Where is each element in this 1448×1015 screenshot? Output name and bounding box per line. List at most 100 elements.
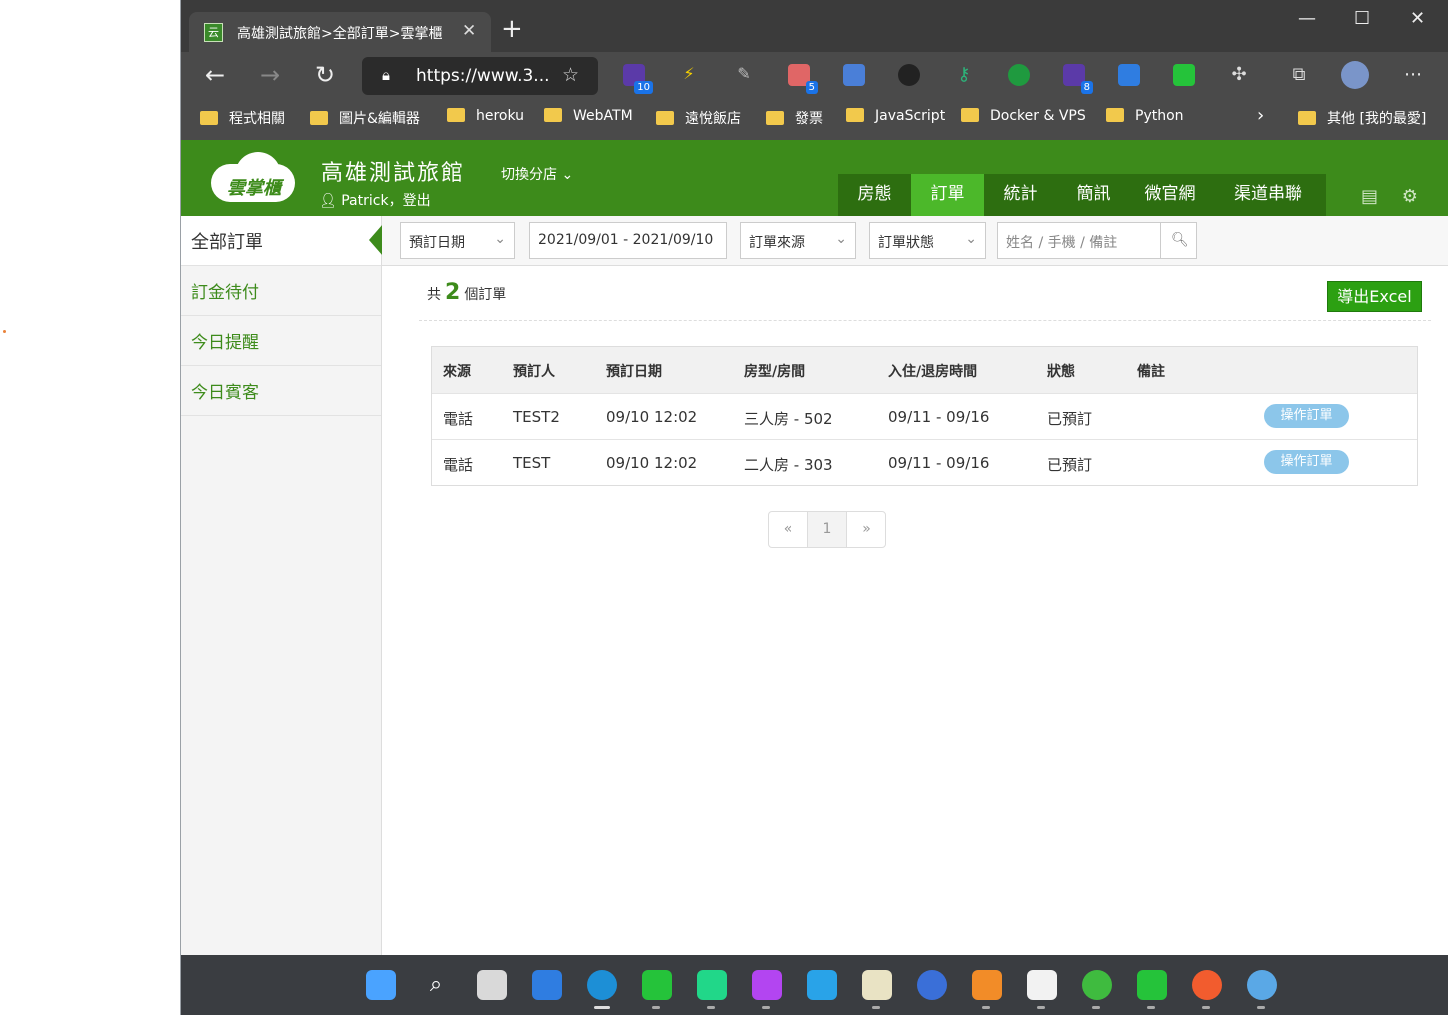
line-extension-icon[interactable] — [1173, 64, 1195, 86]
browser-tab[interactable]: 云 高雄測試旅館>全部訂單>雲掌櫃 ✕ — [189, 12, 491, 52]
status-select[interactable]: 訂單狀態 ⌄ — [869, 222, 986, 259]
next-page-button[interactable]: » — [847, 512, 886, 547]
bookmark-folder[interactable]: Docker & VPS — [961, 108, 1086, 124]
manage-order-button[interactable]: 操作訂單 — [1264, 404, 1349, 428]
extensions-puzzle-icon[interactable]: ✣ — [1228, 64, 1250, 86]
header-icons: ▤ ⚙ — [1361, 186, 1418, 207]
search-input[interactable]: 姓名 / 手機 / 備註 — [997, 222, 1161, 259]
cell-source: 電話 — [443, 456, 474, 474]
column-header: 房型/房間 — [744, 364, 806, 380]
new-tab-icon[interactable]: + — [501, 16, 523, 42]
cell-booked-date: 09/10 12:02 — [606, 408, 698, 426]
prev-page-button[interactable]: « — [769, 512, 808, 547]
folder-icon — [656, 111, 674, 125]
search-button[interactable]: 🔍︎ — [1160, 222, 1197, 259]
wechat-icon[interactable] — [1082, 970, 1112, 1009]
cell-source: 電話 — [443, 410, 474, 428]
profile-avatar[interactable] — [1341, 61, 1369, 89]
sidebar-item-deposit-pending[interactable]: 訂金待付 — [181, 266, 381, 316]
line-app-icon[interactable] — [642, 970, 672, 1009]
bookmark-folder[interactable]: 程式相關 — [200, 108, 285, 128]
translate-extension-icon[interactable] — [843, 64, 865, 86]
address-bar[interactable]: 🔒︎ https://www.3... ☆ — [362, 57, 598, 95]
power-automate-extension-icon[interactable] — [1118, 64, 1140, 86]
folder-icon — [846, 108, 864, 122]
folder-icon — [310, 111, 328, 125]
bookmarks-overflow-icon[interactable]: › — [1257, 105, 1264, 126]
tab-close-icon[interactable]: ✕ — [462, 21, 476, 41]
bookmark-folder[interactable]: Python — [1106, 108, 1184, 124]
extension-1-icon[interactable]: 10 — [623, 64, 653, 94]
bookmark-folder[interactable]: WebATM — [544, 108, 633, 124]
settings-gear-icon[interactable]: ⚙ — [1402, 186, 1418, 207]
nav-channels[interactable]: 渠道串聯 — [1210, 174, 1326, 216]
task-view-icon[interactable] — [477, 970, 507, 1000]
extension-badge: 10 — [634, 81, 653, 94]
bookmark-folder[interactable]: 遠悅飯店 — [656, 108, 741, 128]
order-count-number: 2 — [445, 280, 461, 305]
bookmark-folder[interactable]: heroku — [447, 108, 524, 124]
column-header: 備註 — [1137, 364, 1165, 380]
user-icon: 👤︎ — [319, 193, 337, 209]
widgets-icon[interactable] — [532, 970, 562, 1000]
sidebar-item-today-guests[interactable]: 今日賓客 — [181, 366, 381, 416]
search-icon[interactable]: ⌕ — [421, 970, 451, 1000]
more-menu-icon[interactable]: ⋯ — [1402, 64, 1424, 86]
nav-sms[interactable]: 簡訊 — [1057, 174, 1130, 216]
cell-status: 已預訂 — [1047, 456, 1093, 474]
close-window-icon[interactable]: ✕ — [1410, 8, 1425, 29]
pycharm-icon[interactable] — [697, 970, 727, 1009]
nav-micro-site[interactable]: 微官網 — [1130, 174, 1210, 216]
mouse-extension-icon[interactable] — [898, 64, 920, 86]
manage-order-button[interactable]: 操作訂單 — [1264, 450, 1349, 474]
date-type-select[interactable]: 預訂日期 ⌄ — [400, 222, 515, 259]
collections-icon[interactable]: ⧉ — [1288, 64, 1310, 86]
nav-stats[interactable]: 統計 — [984, 174, 1057, 216]
cell-stay: 09/11 - 09/16 — [888, 454, 990, 472]
phpstorm-icon[interactable] — [752, 970, 782, 1009]
sublime-text-icon[interactable] — [972, 970, 1002, 1009]
lightning-extension-icon[interactable]: ⚡ — [678, 64, 700, 86]
line-app-2-icon[interactable] — [1137, 970, 1167, 1009]
bookmark-folder[interactable]: 圖片&編輯器 — [310, 108, 420, 128]
notepad-icon[interactable] — [1027, 970, 1057, 1009]
refresh-icon[interactable]: ↻ — [315, 62, 335, 88]
back-icon[interactable]: ← — [205, 62, 225, 88]
edge-icon[interactable] — [587, 970, 617, 1009]
maximize-icon[interactable]: ☐ — [1354, 8, 1370, 29]
logout-link[interactable]: 登出 — [403, 193, 431, 209]
paint-icon[interactable] — [1247, 970, 1277, 1009]
page-1-button[interactable]: 1 — [808, 512, 847, 547]
hotel-name: 高雄測試旅館 — [321, 161, 466, 186]
extension-4-icon[interactable]: 5 — [788, 64, 818, 94]
sidebar-item-all-orders[interactable]: 全部訂單 — [181, 216, 383, 266]
windows-start-icon[interactable] — [366, 970, 396, 1000]
onenote-icon[interactable] — [807, 970, 837, 1000]
minimize-icon[interactable]: — — [1298, 8, 1316, 29]
sidebar-item-today-reminders[interactable]: 今日提醒 — [181, 316, 381, 366]
orange-app-icon[interactable] — [1192, 970, 1222, 1009]
switch-store-dropdown[interactable]: 切換分店 ⌄ — [501, 164, 573, 184]
export-excel-button[interactable]: 導出Excel — [1327, 281, 1422, 312]
favorite-star-icon[interactable]: ☆ — [562, 64, 579, 86]
forward-icon[interactable]: → — [260, 62, 280, 88]
column-header: 來源 — [443, 364, 471, 380]
order-count: 共 2 個訂單 — [427, 280, 507, 305]
nav-orders[interactable]: 訂單 — [911, 174, 984, 216]
app-logo[interactable]: 雲掌櫃 — [211, 152, 295, 204]
app-e-icon[interactable] — [862, 970, 892, 1009]
bookmark-folder-other[interactable]: 其他 [我的最愛] — [1298, 108, 1426, 128]
app-rings-icon[interactable] — [917, 970, 947, 1000]
download-extension-icon[interactable] — [1008, 64, 1030, 86]
date-range-input[interactable]: 2021/09/01 - 2021/09/10 — [529, 222, 727, 259]
pen-extension-icon[interactable]: ✎ — [733, 64, 755, 86]
extension-8-icon[interactable]: 8 — [1063, 64, 1093, 94]
bookmark-folder[interactable]: JavaScript — [846, 108, 945, 124]
sidebar: 全部訂單 訂金待付 今日提醒 今日賓客 — [181, 216, 383, 955]
bookmark-folder[interactable]: 發票 — [766, 108, 823, 128]
nav-room-status[interactable]: 房態 — [838, 174, 911, 216]
key-extension-icon[interactable]: ⚷ — [953, 64, 975, 86]
source-select[interactable]: 訂單來源 ⌄ — [740, 222, 856, 259]
filter-bar: 預訂日期 ⌄ 2021/09/01 - 2021/09/10 訂單來源 ⌄ 訂單狀態… — [382, 216, 1448, 266]
notes-icon[interactable]: ▤ — [1361, 186, 1378, 207]
